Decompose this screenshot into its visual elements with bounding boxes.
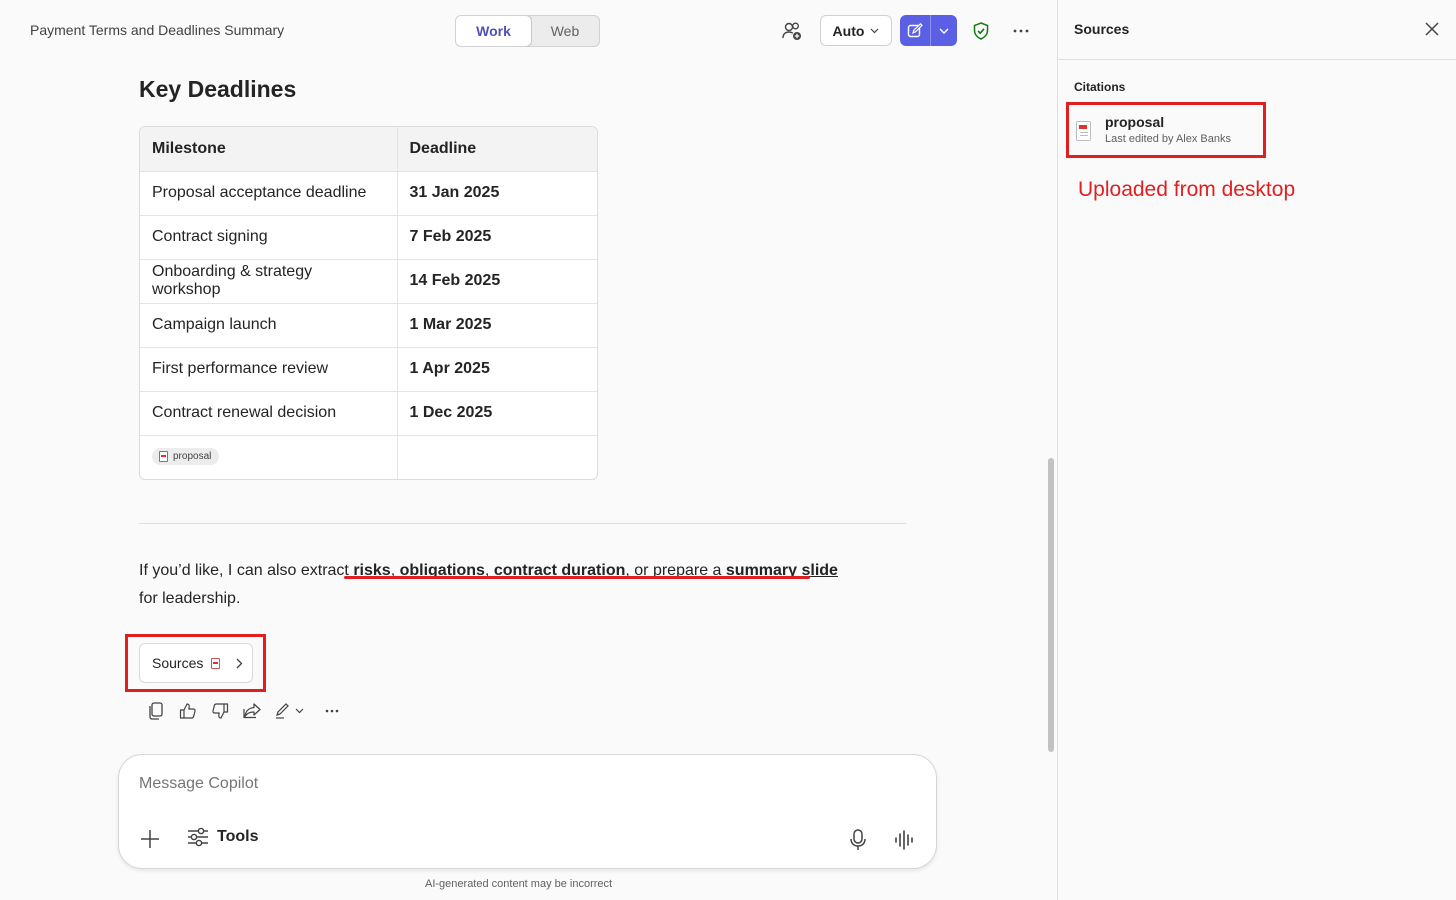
- pdf-icon: [159, 450, 168, 462]
- tab-work[interactable]: Work: [456, 16, 532, 46]
- people-add-icon[interactable]: [778, 18, 806, 44]
- pdf-icon: [211, 657, 221, 669]
- milestone-cell: First performance review: [140, 347, 398, 392]
- new-chat-button[interactable]: [900, 15, 957, 46]
- table-row: First performance review 1 Apr 2025: [140, 347, 597, 392]
- thumbs-down-icon[interactable]: [204, 700, 236, 722]
- table-row: proposal: [140, 435, 597, 479]
- panel-title: Sources: [1074, 21, 1130, 37]
- annotation-underline: [344, 576, 810, 579]
- model-select-label: Auto: [832, 22, 865, 39]
- followup-text: If you’d like, I can also extract risks,…: [139, 562, 838, 607]
- citation-item[interactable]: proposal Last edited by Alex Banks: [1076, 113, 1231, 147]
- followup-suffix: for leadership.: [139, 590, 241, 607]
- deadline-cell: 7 Feb 2025: [397, 215, 597, 260]
- more-options-icon[interactable]: [1008, 18, 1034, 44]
- sources-panel: Sources Citations proposal Last edited b…: [1057, 0, 1456, 900]
- column-header: Milestone: [140, 127, 398, 172]
- deadlines-table: Milestone Deadline Proposal acceptance d…: [139, 126, 598, 480]
- tools-button[interactable]: Tools: [187, 827, 258, 847]
- empty-cell: [397, 435, 597, 479]
- milestone-cell: Contract signing: [140, 215, 398, 260]
- deadline-cell: 1 Apr 2025: [397, 347, 597, 392]
- milestone-cell: Onboarding & strategy workshop: [140, 259, 398, 304]
- deadline-cell: 14 Feb 2025: [397, 259, 597, 304]
- message-composer: Tools: [118, 754, 937, 869]
- model-select-button[interactable]: Auto: [820, 15, 892, 46]
- scrollbar-thumb[interactable]: [1048, 458, 1054, 752]
- milestone-cell: Campaign launch: [140, 303, 398, 348]
- chevron-down-icon[interactable]: [931, 15, 957, 46]
- sources-button[interactable]: Sources: [139, 643, 253, 683]
- message-actions: [140, 700, 348, 722]
- message-input[interactable]: [139, 775, 839, 793]
- panel-divider: [1058, 59, 1456, 60]
- conversation-title: Payment Terms and Deadlines Summary: [30, 22, 285, 38]
- work-web-toggle[interactable]: Work Web: [455, 15, 600, 47]
- citations-label: Citations: [1074, 80, 1126, 94]
- table-row: Onboarding & strategy workshop 14 Feb 20…: [140, 259, 597, 304]
- table-row: Contract signing 7 Feb 2025: [140, 215, 597, 260]
- shield-check-icon[interactable]: [968, 18, 994, 44]
- milestone-cell: Proposal acceptance deadline: [140, 171, 398, 216]
- sources-label: Sources: [152, 655, 204, 671]
- milestone-cell: Contract renewal decision: [140, 391, 398, 436]
- chevron-down-icon[interactable]: [290, 700, 308, 722]
- tools-label: Tools: [217, 828, 259, 845]
- deadline-cell: 1 Mar 2025: [397, 303, 597, 348]
- citation-chip[interactable]: proposal: [152, 447, 220, 465]
- divider: [139, 523, 906, 524]
- table-row: Proposal acceptance deadline 31 Jan 2025: [140, 171, 597, 216]
- compose-icon[interactable]: [900, 15, 931, 46]
- citation-name: proposal: [1105, 114, 1165, 130]
- citation-cell: proposal: [140, 435, 398, 479]
- citation-chip-label: proposal: [173, 450, 212, 462]
- sliders-icon: [188, 827, 208, 847]
- section-heading: Key Deadlines: [139, 76, 297, 102]
- pdf-document-icon: [1076, 121, 1091, 141]
- copy-icon[interactable]: [140, 700, 172, 722]
- deadline-cell: 31 Jan 2025: [397, 171, 597, 216]
- chevron-down-icon: [871, 28, 879, 33]
- thumbs-up-icon[interactable]: [172, 700, 204, 722]
- close-icon[interactable]: [1422, 19, 1442, 39]
- table-row: Campaign launch 1 Mar 2025: [140, 303, 597, 348]
- microphone-icon[interactable]: [847, 828, 869, 852]
- more-options-icon[interactable]: [316, 700, 348, 722]
- chevron-right-icon: [236, 658, 243, 668]
- share-icon[interactable]: [236, 700, 268, 722]
- citation-meta: Last edited by Alex Banks: [1105, 133, 1231, 145]
- ai-disclaimer: AI-generated content may be incorrect: [425, 878, 613, 890]
- followup-prefix: If you’d like, I can also extract: [139, 562, 349, 579]
- table-row: Contract renewal decision 1 Dec 2025: [140, 391, 597, 436]
- annotation-text: Uploaded from desktop: [1078, 178, 1296, 201]
- column-header: Deadline: [397, 127, 597, 172]
- voice-waveform-icon[interactable]: [894, 828, 916, 852]
- table-header-row: Milestone Deadline: [140, 127, 597, 172]
- plus-icon[interactable]: [139, 828, 161, 850]
- deadline-cell: 1 Dec 2025: [397, 391, 597, 436]
- tab-web[interactable]: Web: [531, 16, 599, 46]
